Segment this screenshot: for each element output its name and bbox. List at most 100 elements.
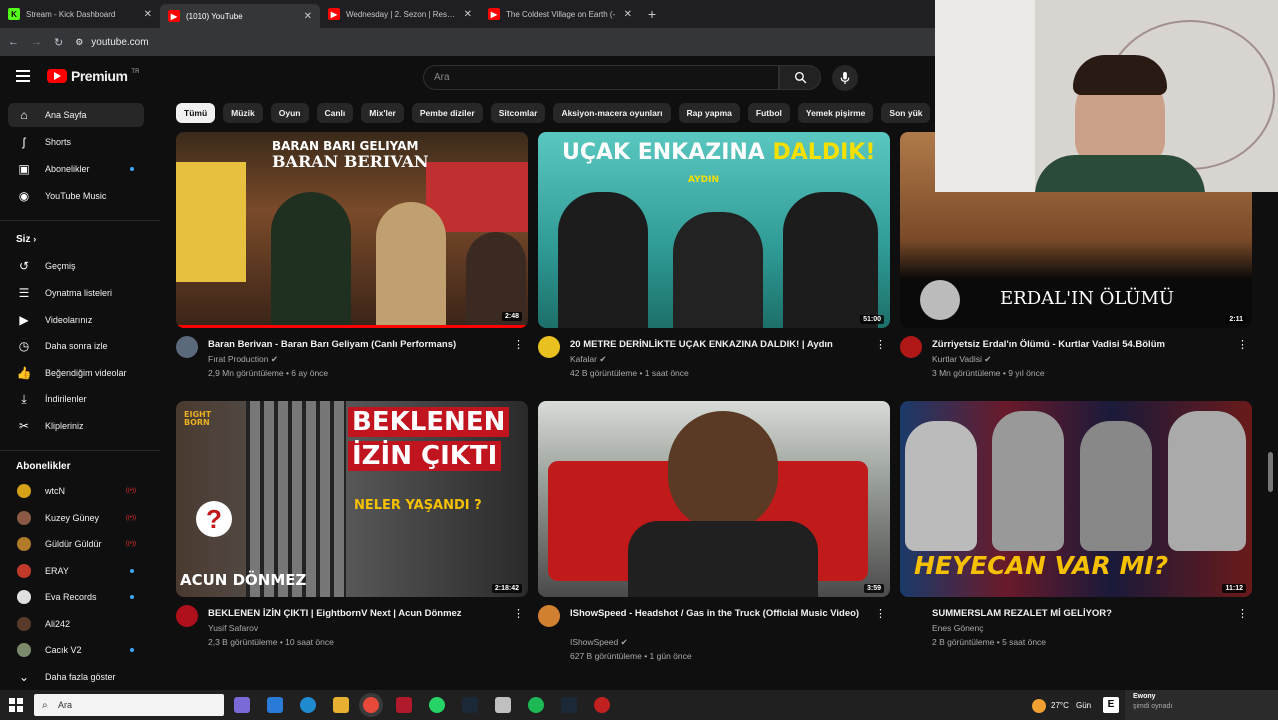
sidebar-item-clips[interactable]: ✂ Klipleriniz (8, 414, 144, 438)
chip[interactable]: Aksiyon-macera oyunları (553, 103, 671, 123)
reload-icon[interactable]: ↻ (54, 36, 63, 49)
sidebar-item-playlists[interactable]: ☰ Oynatma listeleri (8, 281, 144, 305)
spotify-icon[interactable] (528, 697, 544, 713)
back-icon[interactable]: ← (8, 36, 19, 48)
more-options-icon[interactable]: ⋮ (1237, 607, 1248, 620)
chrome-icon[interactable] (363, 697, 379, 713)
more-options-icon[interactable]: ⋮ (513, 338, 524, 351)
chip[interactable]: Müzik (223, 103, 263, 123)
obs-icon[interactable] (594, 697, 610, 713)
subscription-item[interactable]: Ali242 (8, 612, 144, 636)
channel-name[interactable]: IShowSpeed ✔ (570, 637, 628, 648)
channel-name[interactable]: Enes Gönenç (932, 623, 984, 633)
sidebar-item-history[interactable]: ↺ Geçmiş (8, 254, 144, 278)
copilot-icon[interactable] (234, 697, 250, 713)
edge-icon[interactable] (300, 697, 316, 713)
menu-icon[interactable] (16, 70, 30, 82)
more-options-icon[interactable]: ⋮ (1237, 338, 1248, 351)
close-tab-icon[interactable]: ✕ (624, 9, 632, 20)
video-card[interactable]: UÇAK ENKAZINA DALDIK! AYDIN 51:00 20 MET… (538, 132, 890, 396)
video-thumbnail[interactable]: HEYECAN VAR MI? 11:12 (900, 401, 1252, 597)
chip[interactable]: Futbol (747, 103, 790, 123)
weather-temp[interactable]: 27°C (1051, 701, 1069, 710)
sidebar-item-home[interactable]: ⌂ Ana Sayfa (8, 103, 144, 127)
app-tray-icon[interactable]: E (1103, 697, 1119, 713)
video-title[interactable]: IShowSpeed - Headshot / Gas in the Truck… (570, 607, 870, 621)
chip[interactable]: Canlı (316, 103, 354, 123)
voice-search-button[interactable] (832, 65, 858, 91)
chip[interactable]: Pembe diziler (411, 103, 483, 123)
sidebar-item-downloads[interactable]: ⤓ İndirilenler (8, 387, 144, 411)
video-thumbnail[interactable]: 3:59 (538, 401, 890, 597)
steam-icon[interactable] (561, 697, 577, 713)
video-thumbnail[interactable]: UÇAK ENKAZINA DALDIK! AYDIN 51:00 (538, 132, 890, 328)
video-title[interactable]: Baran Berivan - Baran Barı Geliyam (Canl… (208, 338, 508, 352)
channel-avatar[interactable] (176, 605, 198, 627)
you-section-heading[interactable]: Siz › (16, 234, 36, 245)
chip[interactable]: Rap yapma (678, 103, 740, 123)
channel-name[interactable]: Yusif Safarov (208, 623, 258, 633)
sidebar-item-liked-videos[interactable]: 👍 Beğendiğim videolar (8, 361, 144, 385)
subscription-item[interactable]: Kuzey Güney ((•)) (8, 506, 144, 530)
more-options-icon[interactable]: ⋮ (875, 338, 886, 351)
browser-tab-active[interactable]: ▶ (1010) YouTube ✕ (160, 4, 320, 28)
video-thumbnail[interactable]: EIGHT BORN ? BEKLENEN İZİN ÇIKTI NELER Y… (176, 401, 528, 597)
more-options-icon[interactable]: ⋮ (513, 607, 524, 620)
close-tab-icon[interactable]: ✕ (464, 9, 472, 20)
sidebar-item-watch-later[interactable]: ◷ Daha sonra izle (8, 334, 144, 358)
video-card[interactable]: BARAN BARI GELIYAM BARAN BERIVAN 2:48 Ba… (176, 132, 528, 396)
browser-tab[interactable]: ▶ Wednesday | 2. Sezon | Resmi F ✕ (320, 0, 480, 28)
browser-tab[interactable]: ▶ The Coldest Village on Earth (- ✕ (480, 0, 640, 28)
video-title[interactable]: 20 METRE DERİNLİKTE UÇAK ENKAZINA DALDIK… (570, 338, 870, 352)
search-input[interactable]: Ara (423, 65, 779, 90)
mail-icon[interactable] (267, 697, 283, 713)
file-explorer-icon[interactable] (333, 697, 349, 713)
youtube-premium-logo[interactable]: Premium TR (47, 68, 139, 84)
channel-avatar[interactable] (538, 605, 560, 627)
video-thumbnail[interactable]: BARAN BARI GELIYAM BARAN BERIVAN 2:48 (176, 132, 528, 328)
subscription-item[interactable]: Eva Records (8, 585, 144, 609)
sidebar-item-shorts[interactable]: ʃ Shorts (8, 130, 144, 154)
calculator-icon[interactable] (495, 697, 511, 713)
video-title[interactable]: SUMMERSLAM REZALET Mİ GELİYOR? (932, 607, 1232, 621)
address-bar[interactable]: ⚙ youtube.com (75, 37, 148, 48)
chip[interactable]: Sitcomlar (490, 103, 546, 123)
channel-name[interactable]: Kurtlar Vadisi ✔ (932, 354, 991, 365)
video-card[interactable]: 3:59 IShowSpeed - Headshot / Gas in the … (538, 401, 890, 665)
scrollbar-thumb[interactable] (1268, 452, 1273, 492)
channel-avatar[interactable] (176, 336, 198, 358)
sidebar-item-music[interactable]: ◉ YouTube Music (8, 184, 144, 208)
chip[interactable]: Oyun (270, 103, 309, 123)
chip[interactable]: Yemek pişirme (797, 103, 874, 123)
sidebar-item-subscriptions[interactable]: ▣ Abonelikler (8, 157, 144, 181)
site-info-icon[interactable]: ⚙ (75, 37, 83, 48)
whatsapp-icon[interactable] (429, 697, 445, 713)
forward-icon[interactable]: → (31, 36, 42, 48)
subscription-item[interactable]: Cacık V2 (8, 638, 144, 662)
chip[interactable]: Son yük (881, 103, 931, 123)
windows-start-icon[interactable] (9, 698, 23, 712)
close-tab-icon[interactable]: ✕ (144, 9, 152, 20)
app-icon[interactable] (396, 697, 412, 713)
video-card[interactable]: HEYECAN VAR MI? 11:12 SUMMERSLAM REZALET… (900, 401, 1252, 665)
more-options-icon[interactable]: ⋮ (875, 607, 886, 620)
close-tab-icon[interactable]: ✕ (304, 11, 312, 22)
video-title[interactable]: Zürriyetsiz Erdal'ın Ölümü - Kurtlar Vad… (932, 338, 1232, 352)
chip[interactable]: Mix'ler (361, 103, 404, 123)
channel-name[interactable]: Kafalar ✔ (570, 354, 606, 365)
chip[interactable]: Tümü (176, 103, 216, 123)
browser-tab[interactable]: K Stream - Kick Dashboard ✕ (0, 0, 160, 28)
channel-avatar[interactable] (538, 336, 560, 358)
sidebar-item-your-videos[interactable]: ▶ Videolarınız (8, 308, 144, 332)
channel-name[interactable]: Fırat Production ✔ (208, 354, 278, 365)
channel-avatar[interactable] (900, 336, 922, 358)
new-tab-icon[interactable]: + (640, 6, 664, 22)
steam-icon[interactable] (462, 697, 478, 713)
video-card[interactable]: EIGHT BORN ? BEKLENEN İZİN ÇIKTI NELER Y… (176, 401, 528, 665)
subscription-item[interactable]: wtcN ((•)) (8, 479, 144, 503)
subscription-item[interactable]: Güldür Güldür ((•)) (8, 532, 144, 556)
weather-icon[interactable] (1032, 699, 1046, 713)
show-more-button[interactable]: ⌄ Daha fazla göster (8, 665, 144, 689)
now-playing-notification[interactable]: Ewony şimdi oynadı (1125, 690, 1278, 720)
taskbar-search-input[interactable]: ⌕ Ara (34, 694, 224, 716)
